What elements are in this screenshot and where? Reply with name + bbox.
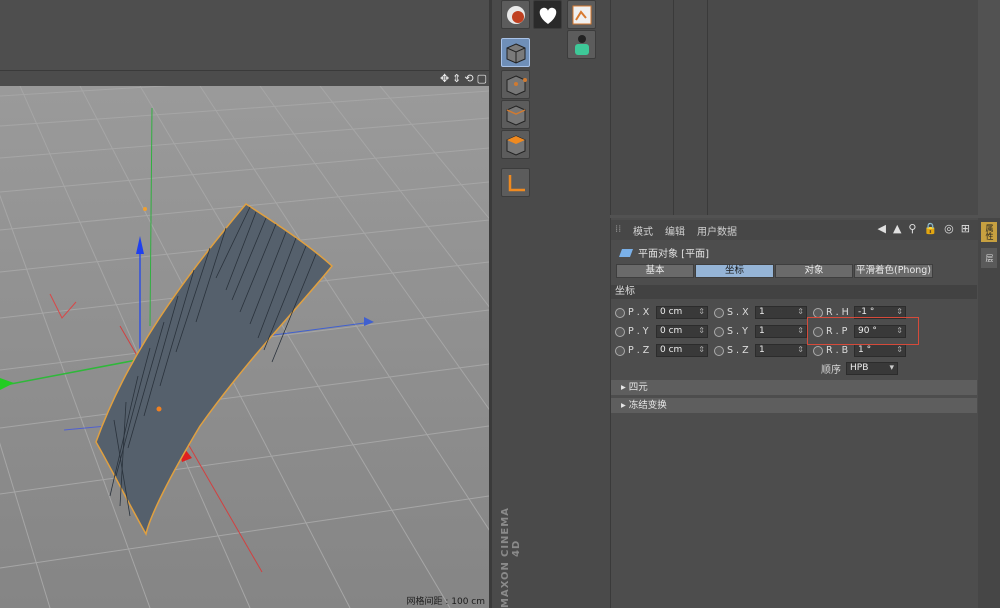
side-tab-layers[interactable]: 层 xyxy=(981,248,997,268)
menu-edit[interactable]: 编辑 xyxy=(665,223,685,238)
tab-object[interactable]: 对象 xyxy=(775,264,853,278)
cube-edges-icon[interactable] xyxy=(501,100,530,129)
field-label: S . Y xyxy=(727,326,748,337)
py-input[interactable]: 0 cm xyxy=(656,325,708,338)
anim-radio[interactable] xyxy=(714,326,724,337)
grip-icon: ⁞⁞ xyxy=(615,224,622,235)
tab-coord[interactable]: 坐标 xyxy=(695,264,774,278)
rotation-order: 顺序 HPB xyxy=(821,361,898,376)
target-icon[interactable]: ◎ xyxy=(944,222,954,235)
anim-radio[interactable] xyxy=(615,345,625,356)
cube-points-icon[interactable] xyxy=(501,70,530,99)
group-freeze-transform[interactable]: ▸ 冻结变换 xyxy=(611,398,977,413)
cinema4d-brand: MAXON CINEMA 4D xyxy=(500,507,540,608)
image-tag-icon[interactable] xyxy=(567,0,596,29)
attr-toolbar: ◀ ▲ ⚲ 🔒 ◎ ⊞ xyxy=(877,222,970,235)
order-select[interactable]: HPB xyxy=(846,362,898,375)
group-quaternion[interactable]: ▸ 四元 xyxy=(611,380,977,395)
anim-radio[interactable] xyxy=(615,326,625,337)
pz-input[interactable]: 0 cm xyxy=(656,344,708,357)
figure-icon[interactable] xyxy=(567,30,596,59)
side-tabs: 属性 层 xyxy=(978,218,1000,608)
new-panel-icon[interactable]: ⊞ xyxy=(961,222,970,235)
field-label: P . Y xyxy=(628,326,649,337)
viewport-top-area xyxy=(0,0,489,70)
field-label: P . X xyxy=(628,307,650,318)
attr-tabs: 基本 坐标 对象 平滑着色(Phong) xyxy=(616,264,933,278)
search-icon[interactable]: ⚲ xyxy=(908,222,916,235)
object-title: 平面对象 [平面] xyxy=(619,245,709,260)
attribute-manager: ⁞⁞ 模式 编辑 用户数据 ◀ ▲ ⚲ 🔒 ◎ ⊞ 平面对象 [平面] 基本 坐… xyxy=(610,218,979,608)
axis-icon[interactable] xyxy=(501,168,530,197)
px-input[interactable]: 0 cm xyxy=(656,306,708,319)
move-view-icon[interactable]: ✥ xyxy=(440,72,449,85)
zoom-view-icon[interactable]: ⇕ xyxy=(452,72,461,85)
object-title-text: 平面对象 [平面] xyxy=(638,249,709,260)
sz-input[interactable]: 1 xyxy=(755,344,807,357)
order-label: 顺序 xyxy=(821,365,841,376)
field-label: S . X xyxy=(727,307,749,318)
side-tab-attributes[interactable]: 属性 xyxy=(981,222,997,242)
rotate-view-icon[interactable]: ⟲ xyxy=(464,72,473,85)
anim-radio[interactable] xyxy=(615,307,625,318)
cube-faces-icon[interactable] xyxy=(501,130,530,159)
up-arrow-icon[interactable]: ▲ xyxy=(893,222,901,235)
viewport-controls: ✥ ⇕ ⟲ ▢ xyxy=(440,72,487,85)
field-label: R . B xyxy=(826,345,849,356)
anim-radio[interactable] xyxy=(813,307,823,318)
plane-icon xyxy=(619,248,633,257)
menu-userdata[interactable]: 用户数据 xyxy=(697,223,737,238)
brand-maxon: MAXON xyxy=(500,561,511,608)
field-label: P . Z xyxy=(628,345,650,356)
lock-icon[interactable]: 🔒 xyxy=(923,222,937,235)
anim-radio[interactable] xyxy=(813,345,823,356)
tab-phong[interactable]: 平滑着色(Phong) xyxy=(854,264,933,278)
viewport-scene xyxy=(0,86,489,608)
toggle-view-icon[interactable]: ▢ xyxy=(477,72,487,85)
anim-radio[interactable] xyxy=(714,345,724,356)
rb-input[interactable]: 1 ° xyxy=(854,344,906,357)
heart-icon[interactable] xyxy=(533,0,562,29)
cube-icon[interactable] xyxy=(501,38,530,67)
tab-basic[interactable]: 基本 xyxy=(616,264,694,278)
anim-radio[interactable] xyxy=(714,307,724,318)
section-coord-header: 坐标 xyxy=(611,285,977,299)
brand-cinema4d: CINEMA 4D xyxy=(500,507,522,558)
viewport-header: ✥ ⇕ ⟲ ▢ xyxy=(0,70,489,86)
back-arrow-icon[interactable]: ◀ xyxy=(877,222,885,235)
object-manager[interactable] xyxy=(610,0,978,215)
sy-input[interactable]: 1 xyxy=(755,325,807,338)
field-label: S . Z xyxy=(727,345,749,356)
sky-icon[interactable] xyxy=(501,0,530,29)
viewport-3d[interactable]: 网格间距 : 100 cm xyxy=(0,86,489,608)
grid-spacing-label: 网格间距 : 100 cm xyxy=(406,597,485,607)
menu-mode[interactable]: 模式 xyxy=(633,223,653,238)
coord-row-3: P . Z 0 cm S . Z 1 R . B 1 ° xyxy=(615,344,912,357)
highlight-box xyxy=(807,317,919,345)
sx-input[interactable]: 1 xyxy=(755,306,807,319)
